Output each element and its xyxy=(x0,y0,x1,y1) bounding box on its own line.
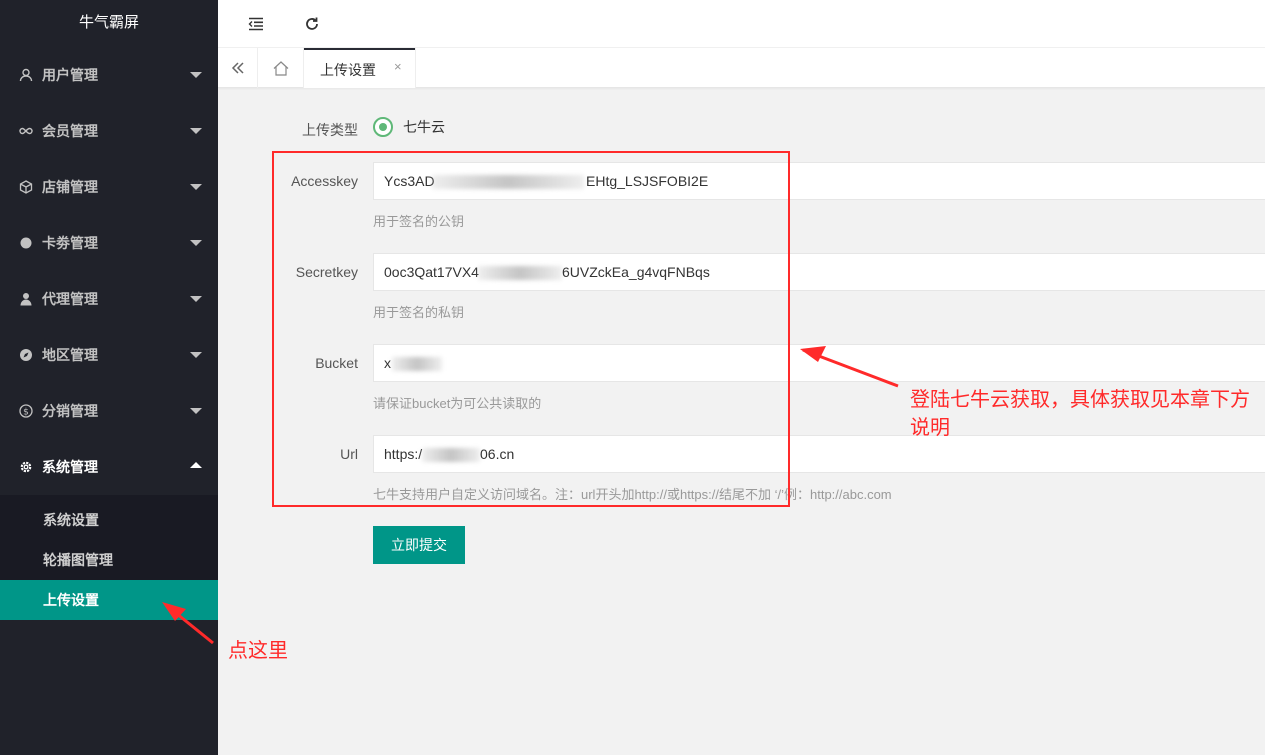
accesskey-label: Accesskey xyxy=(291,173,358,189)
app-logo-title: 牛气霸屏 xyxy=(0,0,218,47)
sidebar-subitem-system-settings[interactable]: 系统设置 xyxy=(0,500,218,540)
annotation-bottom-note: 点这里 xyxy=(228,640,288,662)
sidebar-item-label: 卡劵管理 xyxy=(42,235,98,251)
tab-close-icon[interactable]: × xyxy=(394,59,402,74)
chevron-down-icon xyxy=(190,128,202,134)
chevron-down-icon xyxy=(190,408,202,414)
sidebar-item-label: 代理管理 xyxy=(42,291,98,307)
upload-type-radio-option[interactable]: 七牛云 xyxy=(373,117,445,137)
redaction-blur xyxy=(392,357,442,371)
sidebar-item-label: 分销管理 xyxy=(42,403,98,419)
bucket-value-start: x xyxy=(384,355,391,371)
sidebar-item-agent-management[interactable]: 代理管理 xyxy=(0,271,218,327)
sidebar-item-system-management[interactable]: 系统管理 xyxy=(0,439,218,495)
sidebar-item-label: 用户管理 xyxy=(42,67,98,83)
sidebar-subitem-upload-settings[interactable]: 上传设置 xyxy=(0,580,218,620)
annotation-right-note: 登陆七牛云获取，具体获取见本章下方说明 xyxy=(910,389,1250,439)
redaction-blur xyxy=(422,448,480,462)
accesskey-value-end: EHtg_LSJSFOBI2E xyxy=(586,173,709,189)
menu-collapse-icon[interactable] xyxy=(244,12,268,36)
chevron-up-icon xyxy=(190,462,202,468)
sidebar-item-label: 地区管理 xyxy=(42,347,98,363)
url-label: Url xyxy=(340,446,358,462)
bucket-help: 请保证bucket为可公共读取的 xyxy=(373,396,542,411)
url-value-end: 06.cn xyxy=(480,446,515,462)
tab-upload-settings[interactable]: 上传设置 × xyxy=(304,48,416,88)
sidebar-item-label: 店铺管理 xyxy=(42,179,98,195)
radio-checked-icon[interactable] xyxy=(373,117,393,137)
cube-icon xyxy=(18,179,34,195)
refresh-icon[interactable] xyxy=(300,12,324,36)
top-header xyxy=(218,0,1265,48)
sidebar-item-distribution-management[interactable]: $ 分销管理 xyxy=(0,383,218,439)
redaction-blur xyxy=(478,266,562,280)
secretkey-value-start: 0oc3Qat17VX4 xyxy=(384,264,479,280)
circle-icon xyxy=(18,235,34,251)
tab-label: 上传设置 xyxy=(320,62,376,78)
accesskey-help: 用于签名的公钥 xyxy=(373,214,465,229)
accesskey-input[interactable]: Ycs3AD EHtg_LSJSFOBI2E xyxy=(373,162,1265,200)
sidebar-item-shop-management[interactable]: 店铺管理 xyxy=(0,159,218,215)
secretkey-help: 用于签名的私钥 xyxy=(373,305,465,320)
url-help: 七牛支持用户自定义访问域名。注：url开头加http://或https://结尾… xyxy=(373,487,892,502)
person-icon xyxy=(18,291,34,307)
sidebar-item-region-management[interactable]: 地区管理 xyxy=(0,327,218,383)
compass-icon xyxy=(18,347,34,363)
sidebar-item-coupon-management[interactable]: 卡劵管理 xyxy=(0,215,218,271)
sidebar-item-label: 系统管理 xyxy=(42,459,98,475)
url-value-start: https:/ xyxy=(384,446,423,462)
infinity-icon xyxy=(18,123,34,139)
user-icon xyxy=(18,67,34,83)
home-icon[interactable] xyxy=(258,48,304,88)
chevron-down-icon xyxy=(190,296,202,302)
bucket-input[interactable]: x xyxy=(373,344,1265,382)
radio-label: 七牛云 xyxy=(403,119,445,135)
gear-icon xyxy=(18,459,34,475)
sidebar-submenu: 系统设置 轮播图管理 上传设置 xyxy=(0,495,218,620)
sidebar-item-user-management[interactable]: 用户管理 xyxy=(0,47,218,103)
sidebar-subitem-carousel-management[interactable]: 轮播图管理 xyxy=(0,540,218,580)
tabs-scroll-left-icon[interactable] xyxy=(218,48,258,88)
secretkey-input[interactable]: 0oc3Qat17VX4 6UVZckEa_g4vqFNBqs xyxy=(373,253,1265,291)
sidebar: 牛气霸屏 用户管理 会员管理 店铺管理 卡劵管理 代理管理 地区管理 $ 分销管… xyxy=(0,0,218,755)
upload-type-label: 上传类型 xyxy=(302,122,358,138)
chevron-down-icon xyxy=(190,352,202,358)
dollar-icon: $ xyxy=(18,403,34,419)
secretkey-label: Secretkey xyxy=(295,264,358,280)
redaction-blur xyxy=(432,175,584,189)
chevron-down-icon xyxy=(190,184,202,190)
page-tabs-bar: 上传设置 × xyxy=(218,48,1265,88)
svg-text:$: $ xyxy=(23,408,29,418)
sidebar-item-member-management[interactable]: 会员管理 xyxy=(0,103,218,159)
submit-button[interactable]: 立即提交 xyxy=(373,526,465,564)
sidebar-item-label: 会员管理 xyxy=(42,123,98,139)
chevron-down-icon xyxy=(190,72,202,78)
secretkey-value-end: 6UVZckEa_g4vqFNBqs xyxy=(562,264,710,280)
bucket-label: Bucket xyxy=(315,355,358,371)
chevron-down-icon xyxy=(190,240,202,246)
active-tab-indicator xyxy=(304,48,415,50)
accesskey-value-start: Ycs3AD xyxy=(384,173,435,189)
